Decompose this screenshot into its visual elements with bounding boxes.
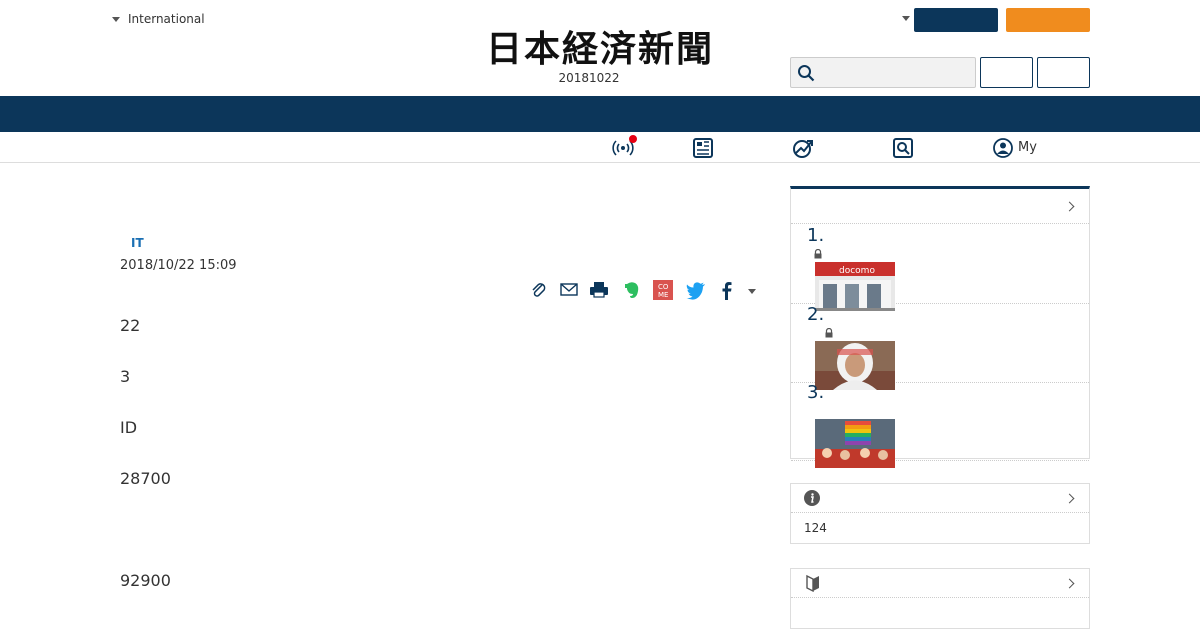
beginner-panel [790,568,1090,629]
beginner-icon [806,574,819,592]
main-nav-bar [0,96,1200,132]
search-input[interactable] [819,58,971,87]
ranking-header[interactable] [791,189,1089,224]
svg-text:CO: CO [658,283,669,291]
site-header: International 日本経済新聞 20181022 [0,0,1200,96]
ranking-item[interactable]: 3. [791,382,1089,468]
clip-icon[interactable] [528,279,550,301]
evernote-icon[interactable] [621,279,643,301]
print-icon[interactable] [588,279,610,301]
my-label[interactable]: My [1018,140,1037,155]
sub-navigation: My [0,132,1200,163]
user-circle-icon[interactable] [992,137,1014,159]
article-paragraph: 3 [120,367,131,386]
article-paragraph: 28700 [120,469,171,488]
chevron-right-icon [1064,201,1075,212]
ranking-item[interactable]: 1. docomo [791,225,1089,311]
come-icon[interactable]: CO ME [652,279,674,301]
edition-selector[interactable]: International [112,12,205,26]
search-box [790,57,976,88]
chevron-right-icon [1064,578,1075,589]
search-icon[interactable] [797,64,815,82]
beginner-header[interactable] [791,569,1089,598]
article-category[interactable]: IT [131,236,144,250]
article-date: 2018/10/22 15:09 [120,258,237,273]
mail-icon[interactable] [558,279,580,301]
site-logo[interactable]: 日本経済新聞 [452,28,748,68]
subscribe-button[interactable] [914,8,998,32]
svg-text:日本経済新聞: 日本経済新聞 [486,28,714,68]
rank-number: 3. [807,382,825,403]
info-panel: 124 [790,483,1090,544]
twitter-icon[interactable] [685,279,707,301]
chevron-right-icon [1064,493,1075,504]
rank-number: 1. [807,225,825,246]
caret-down-icon[interactable] [902,16,910,21]
register-button[interactable] [1037,57,1090,88]
info-count: 124 [804,521,827,535]
facebook-icon[interactable] [716,279,738,301]
edition-label: International [128,12,205,26]
article-paragraph: ID [120,418,138,437]
search-lens-icon[interactable] [892,137,914,159]
paper-edition-icon[interactable] [692,137,714,159]
article-paragraph: 22 [120,316,141,335]
svg-text:ME: ME [658,291,668,299]
ranking-panel: 1. docomo 2. 3. [790,186,1090,468]
market-chart-icon[interactable] [792,137,814,159]
lock-icon [825,328,833,338]
login-button[interactable] [980,57,1033,88]
article-paragraph: 92900 [120,571,171,590]
article-thumbnail[interactable] [815,419,895,468]
ranking-item[interactable]: 2. [791,304,1089,390]
info-header[interactable] [791,484,1089,513]
caret-down-icon [112,16,120,22]
edition-date: 20181022 [558,71,620,85]
live-indicator-dot [629,135,637,143]
signup-button[interactable] [1006,8,1090,32]
rank-number: 2. [807,304,825,325]
lock-icon [814,249,822,259]
share-more-caret-icon[interactable] [748,289,756,294]
info-icon [804,490,820,506]
svg-text:docomo: docomo [839,266,875,276]
